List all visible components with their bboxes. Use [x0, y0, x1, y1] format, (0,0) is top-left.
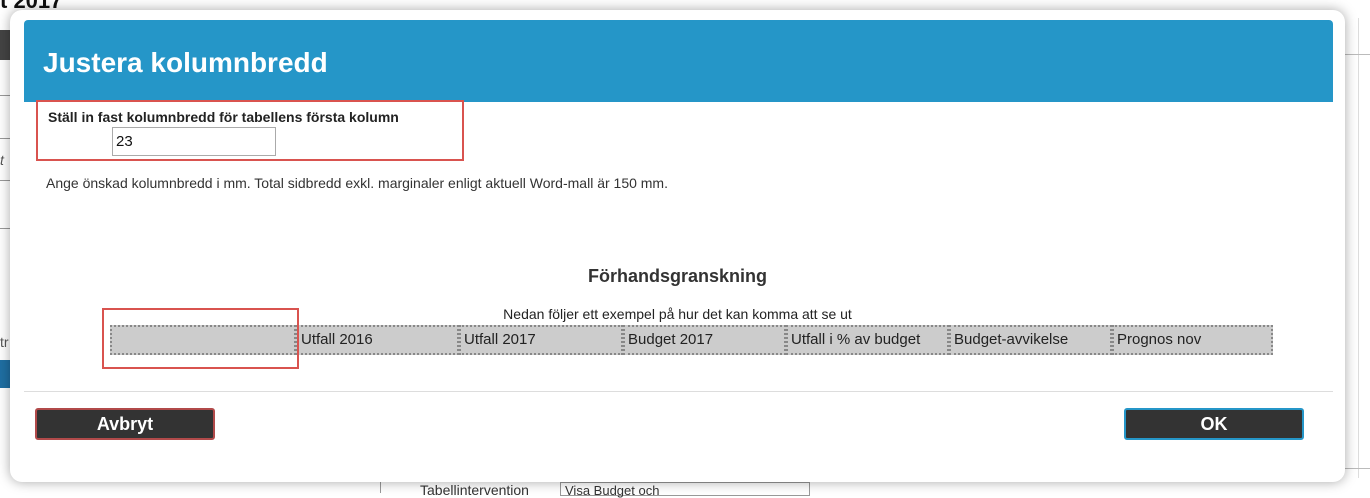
background-label: Tabellintervention — [420, 482, 529, 498]
preview-subtitle: Nedan följer ett exempel på hur det kan … — [503, 306, 852, 322]
background-blue-tab — [0, 360, 10, 388]
background-left-bar — [0, 30, 10, 60]
column-width-dialog: Justera kolumnbredd Ställ in fast kolumn… — [10, 10, 1345, 482]
background-select: Visa Budget och — [560, 482, 810, 498]
column-width-input-group: Ställ in fast kolumnbredd för tabellens … — [36, 100, 464, 161]
background-divider — [1344, 468, 1370, 469]
column-width-label: Ställ in fast kolumnbredd för tabellens … — [48, 109, 399, 125]
preview-column: Utfall 2017 — [459, 325, 623, 355]
ok-button[interactable]: OK — [1124, 408, 1304, 440]
cancel-button[interactable]: Avbryt — [35, 408, 215, 440]
preview-first-column — [110, 325, 296, 355]
background-divider — [1358, 18, 1359, 478]
preview-column: Utfall 2016 — [296, 325, 459, 355]
preview-column: Utfall i % av budget — [786, 325, 949, 355]
column-width-input[interactable] — [112, 127, 276, 156]
dialog-header: Justera kolumnbredd — [24, 20, 1333, 102]
background-fragment: tr — [0, 334, 9, 350]
preview-column: Budget 2017 — [623, 325, 786, 355]
footer-divider — [24, 391, 1333, 392]
preview-column: Budget-avvikelse — [949, 325, 1112, 355]
preview-title: Förhandsgranskning — [587, 266, 767, 286]
preview-column: Prognos nov — [1112, 325, 1273, 355]
help-text: Ange önskad kolumnbredd i mm. Total sidb… — [46, 175, 668, 191]
background-fragment: t — [0, 152, 4, 168]
dialog-title: Justera kolumnbredd — [43, 47, 328, 78]
background-divider — [1344, 54, 1370, 55]
